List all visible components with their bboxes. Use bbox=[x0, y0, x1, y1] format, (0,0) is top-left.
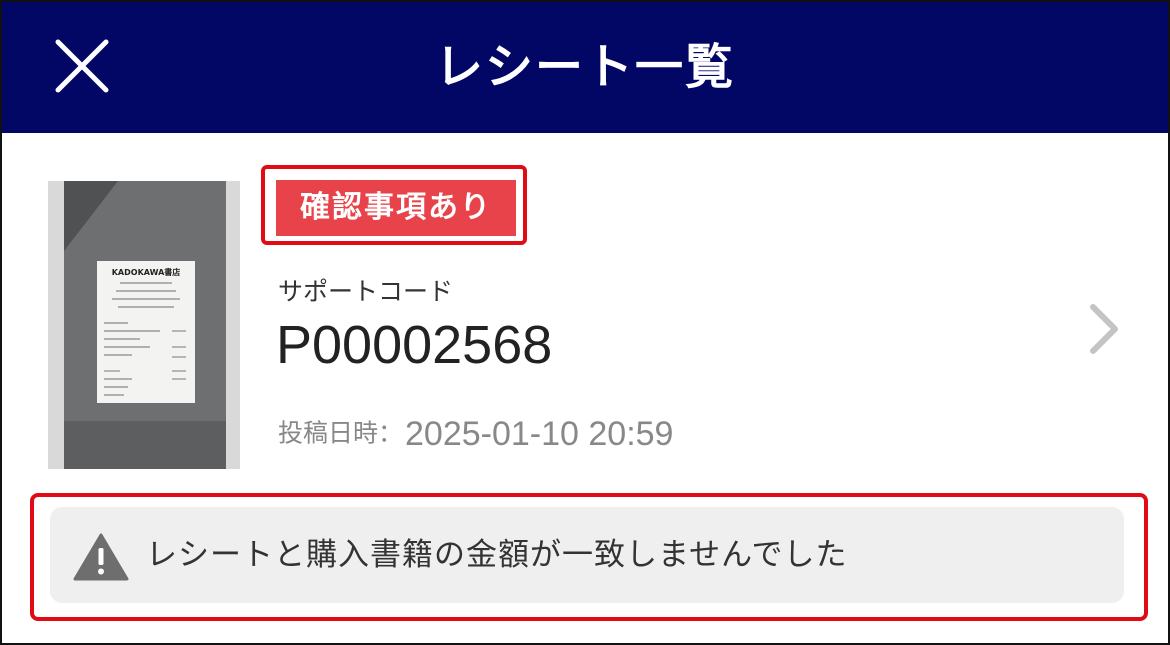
receipt-list-item[interactable]: KADOKAWA書店 確認事項あり サポートコード P00002568 投稿日時… bbox=[2, 133, 1168, 493]
alert-message-box: レシートと購入書籍の金額が一致しませんでした bbox=[50, 507, 1124, 603]
support-code-value: P00002568 bbox=[276, 315, 553, 375]
posted-datetime-label: 投稿日時： bbox=[278, 418, 404, 448]
chevron-right-icon bbox=[1084, 301, 1124, 357]
app-frame: レシート一覧 KADOKAWA書店 確認事項あり サポートコード P000025… bbox=[0, 0, 1170, 645]
status-badge: 確認事項あり bbox=[276, 180, 516, 236]
warning-icon bbox=[72, 532, 130, 582]
receipt-thumbnail: KADOKAWA書店 bbox=[48, 181, 240, 469]
support-code-label: サポートコード bbox=[278, 277, 454, 306]
header-bar: レシート一覧 bbox=[2, 2, 1168, 133]
thumbnail-store-name: KADOKAWA書店 bbox=[112, 267, 181, 277]
alert-message: レシートと購入書籍の金額が一致しませんでした bbox=[146, 537, 848, 573]
page-title: レシート一覧 bbox=[434, 39, 735, 95]
posted-datetime: 投稿日時：2025-01-10 20:59 bbox=[278, 411, 673, 456]
posted-datetime-value: 2025-01-10 20:59 bbox=[405, 414, 674, 453]
